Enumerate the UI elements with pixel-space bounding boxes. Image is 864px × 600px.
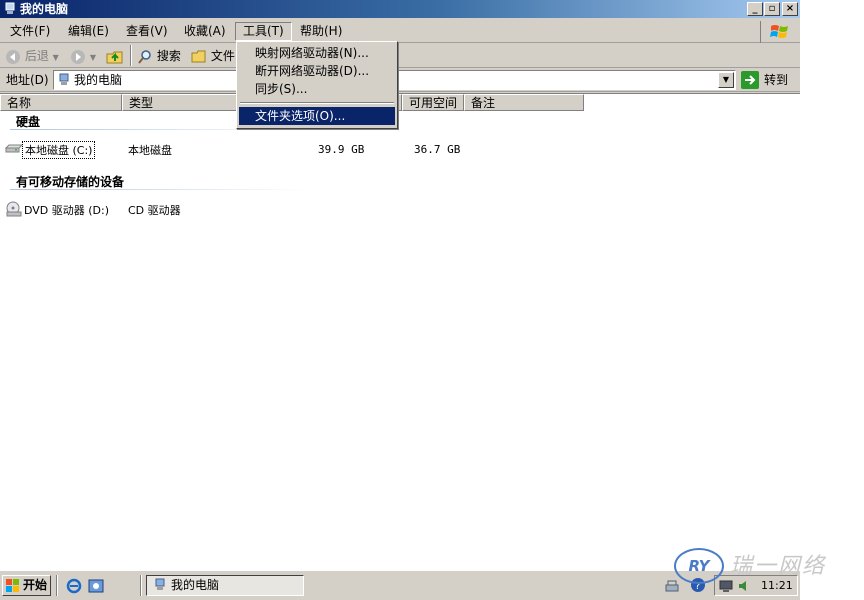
search-label: 搜索 [156, 49, 181, 63]
internet-explorer-icon[interactable] [66, 578, 82, 594]
menu-favorites[interactable]: 收藏(A) [177, 22, 233, 41]
menu-item-map-network-drive[interactable]: 映射网络驱动器(N)... [239, 44, 395, 62]
folders-icon [191, 50, 206, 62]
close-button[interactable]: × [782, 2, 798, 16]
watermark: RY 瑞一网络 [660, 540, 864, 600]
start-label: 开始 [23, 578, 48, 592]
menu-item-folder-options[interactable]: 文件夹选项(O)... [239, 107, 395, 125]
group-title-removable: 有可移动存储的设备 [16, 175, 125, 189]
search-icon [138, 49, 151, 64]
file-list-view[interactable]: 名称 类型 可用空间 备注 硬盘 本地磁盘 (C:) 本地磁盘 39.9 GB … [0, 93, 800, 570]
dvd-drive-icon [6, 201, 22, 217]
my-computer-icon [59, 73, 69, 85]
my-computer-icon [155, 578, 165, 590]
up-folder-icon [106, 51, 123, 63]
taskbar-item-label: 我的电脑 [171, 578, 220, 592]
menu-file[interactable]: 文件(F) [3, 22, 57, 41]
menu-separator [240, 102, 394, 104]
windows-flag-icon [770, 25, 788, 38]
address-bar: 地址(D) 我的电脑 ▼ 转到 [0, 68, 800, 92]
standard-toolbar: 后退 ▼ ▼ 搜索 文件 [0, 44, 800, 68]
group-divider [10, 129, 310, 130]
show-desktop-icon[interactable] [88, 578, 104, 594]
item-name: 本地磁盘 (C:) [22, 141, 96, 159]
up-folder-button[interactable] [106, 47, 124, 65]
menu-edit[interactable]: 编辑(E) [61, 22, 116, 41]
group-divider [10, 189, 310, 190]
menu-bar: 文件(F) 编辑(E) 查看(V) 收藏(A) 工具(T) 帮助(H) [0, 19, 800, 43]
group-title-hard-disks: 硬盘 [16, 115, 41, 129]
column-header-free-space[interactable]: 可用空间 [402, 94, 464, 111]
watermark-text: 瑞一网络 [730, 554, 827, 579]
back-label: 后退 [24, 49, 49, 63]
forward-button[interactable]: ▼ [70, 47, 96, 65]
go-label: 转到 [764, 73, 789, 87]
watermark-logo: RY [674, 548, 724, 584]
restore-button[interactable]: ▫ [764, 2, 780, 16]
windows-flag-icon [6, 579, 19, 592]
menu-item-disconnect-network-drive[interactable]: 断开网络驱动器(D)... [239, 62, 395, 80]
item-free-space: 36.7 GB [414, 143, 461, 156]
address-label: 地址(D) [6, 73, 49, 87]
my-computer-icon [5, 2, 15, 14]
folders-label: 文件 [210, 49, 235, 63]
search-button[interactable]: 搜索 [137, 47, 181, 65]
item-total-size: 39.9 GB [318, 143, 365, 156]
title-bar[interactable]: 我的电脑 _ ▫ × [0, 0, 800, 18]
back-button[interactable]: 后退 ▼ [5, 47, 59, 65]
item-name: DVD 驱动器 (D:) [24, 204, 110, 217]
menu-help[interactable]: 帮助(H) [293, 22, 349, 41]
folders-button[interactable]: 文件 [191, 47, 235, 65]
menu-item-synchronize[interactable]: 同步(S)... [239, 80, 395, 98]
item-type: 本地磁盘 [128, 144, 172, 157]
forward-arrow-icon [71, 49, 85, 64]
address-dropdown-button[interactable]: ▼ [718, 72, 734, 88]
minimize-button[interactable]: _ [747, 2, 763, 16]
window-title: 我的电脑 [20, 2, 69, 16]
windows-logo [760, 21, 798, 43]
column-header-comments[interactable]: 备注 [464, 94, 584, 111]
address-value: 我的电脑 [74, 73, 123, 87]
menu-view[interactable]: 查看(V) [119, 22, 175, 41]
hard-disk-icon [5, 144, 23, 153]
column-header-name[interactable]: 名称 [0, 94, 122, 111]
back-arrow-icon [6, 49, 20, 64]
go-arrow-icon [741, 71, 759, 89]
explorer-window: 我的电脑 _ ▫ × 文件(F) 编辑(E) 查看(V) 收藏(A) 工具(T)… [0, 0, 800, 600]
taskbar-item-my-computer[interactable]: 我的电脑 [146, 575, 304, 596]
menu-tools[interactable]: 工具(T) [235, 22, 292, 41]
tools-menu-dropdown: 映射网络驱动器(N)... 断开网络驱动器(D)... 同步(S)... 文件夹… [236, 41, 398, 129]
start-button[interactable]: 开始 [2, 575, 51, 596]
item-type: CD 驱动器 [128, 204, 181, 217]
